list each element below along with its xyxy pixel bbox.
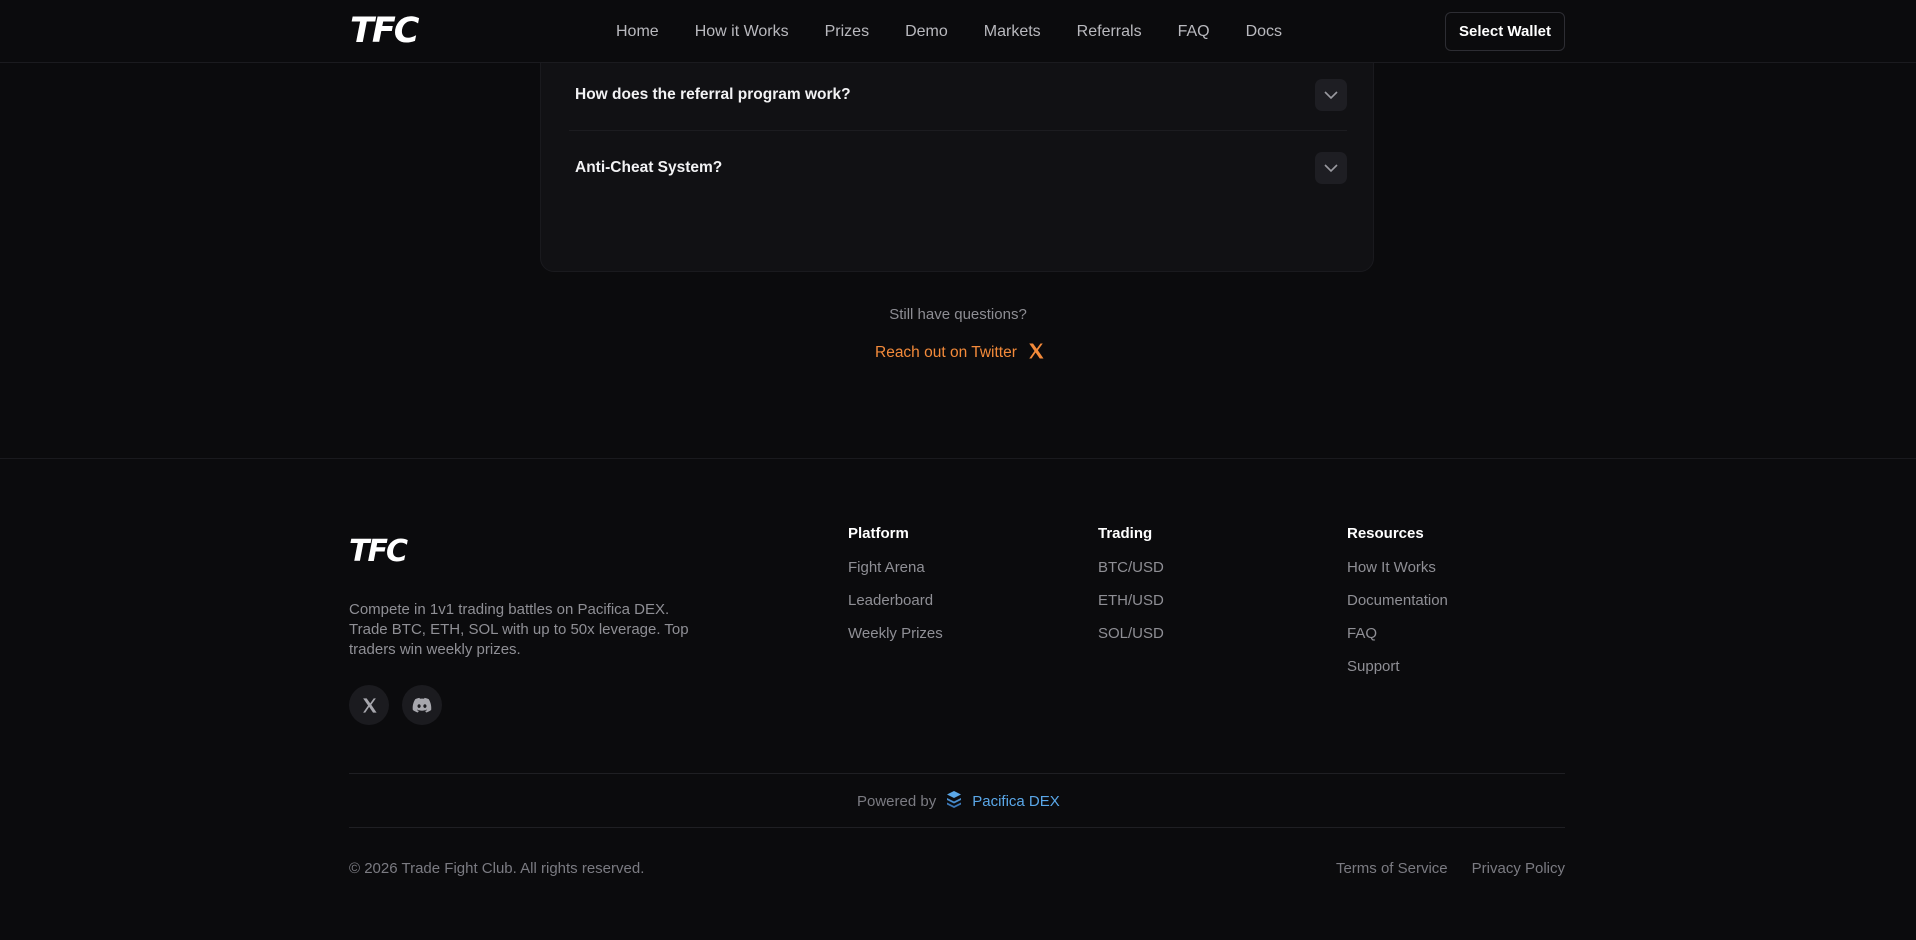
- footer-link-support[interactable]: Support: [1347, 658, 1448, 676]
- footer-divider: [349, 827, 1565, 828]
- footer-link-eth-usd[interactable]: ETH/USD: [1098, 592, 1164, 610]
- section-divider: [0, 458, 1916, 459]
- logo[interactable]: TFC: [350, 13, 419, 49]
- powered-by: Powered by Pacifica DEX: [857, 790, 1060, 812]
- twitter-link[interactable]: Reach out on Twitter: [875, 342, 1045, 364]
- support-prompt: Still have questions?: [889, 306, 1027, 323]
- nav-home[interactable]: Home: [598, 0, 677, 63]
- footer-column-title: Resources: [1347, 525, 1424, 542]
- twitter-link-label: Reach out on Twitter: [875, 344, 1017, 361]
- footer-link-weekly-prizes[interactable]: Weekly Prizes: [848, 625, 943, 643]
- faq-item[interactable]: How does the referral program work?: [569, 59, 1347, 131]
- pacifica-dex-link[interactable]: Pacifica DEX: [972, 793, 1060, 810]
- chevron-down-icon[interactable]: [1315, 79, 1347, 111]
- x-icon[interactable]: [349, 685, 389, 725]
- footer-link-leaderboard[interactable]: Leaderboard: [848, 592, 943, 610]
- footer-description: Compete in 1v1 trading battles on Pacifi…: [349, 601, 689, 658]
- nav-referrals[interactable]: Referrals: [1059, 0, 1160, 63]
- top-navbar: TFC Home How it Works Prizes Demo Market…: [0, 0, 1916, 63]
- footer-logo[interactable]: TFC: [349, 537, 408, 567]
- footer-column-resources: Resources How It Works Documentation FAQ…: [1347, 525, 1448, 691]
- nav-faq[interactable]: FAQ: [1160, 0, 1228, 63]
- faq-item[interactable]: Anti-Cheat System?: [569, 132, 1347, 204]
- nav-docs[interactable]: Docs: [1228, 0, 1300, 63]
- faq-question: Anti-Cheat System?: [575, 159, 723, 176]
- nav-prizes[interactable]: Prizes: [807, 0, 887, 63]
- pacifica-logo-icon: [945, 790, 963, 812]
- x-icon: [1027, 342, 1045, 365]
- footer-link-how-it-works[interactable]: How It Works: [1347, 559, 1448, 577]
- nav-markets[interactable]: Markets: [966, 0, 1059, 63]
- footer-link-btc-usd[interactable]: BTC/USD: [1098, 559, 1164, 577]
- main-nav: Home How it Works Prizes Demo Markets Re…: [598, 0, 1300, 63]
- footer-column-trading: Trading BTC/USD ETH/USD SOL/USD: [1098, 525, 1164, 658]
- footer-column-platform: Platform Fight Arena Leaderboard Weekly …: [848, 525, 943, 658]
- privacy-policy-link[interactable]: Privacy Policy: [1472, 860, 1565, 877]
- legal-links: Terms of Service Privacy Policy: [1336, 860, 1565, 877]
- footer-divider: [349, 773, 1565, 774]
- footer-column-title: Trading: [1098, 525, 1153, 542]
- footer-link-fight-arena[interactable]: Fight Arena: [848, 559, 943, 577]
- footer-link-faq[interactable]: FAQ: [1347, 625, 1448, 643]
- copyright: © 2026 Trade Fight Club. All rights rese…: [349, 860, 645, 877]
- footer-link-sol-usd[interactable]: SOL/USD: [1098, 625, 1164, 643]
- footer-link-documentation[interactable]: Documentation: [1347, 592, 1448, 610]
- nav-how-it-works[interactable]: How it Works: [677, 0, 807, 63]
- powered-by-label: Powered by: [857, 792, 937, 810]
- terms-of-service-link[interactable]: Terms of Service: [1336, 860, 1448, 877]
- select-wallet-button[interactable]: Select Wallet: [1445, 12, 1565, 51]
- social-links: [349, 685, 442, 725]
- faq-question: How does the referral program work?: [575, 86, 851, 103]
- footer-column-title: Platform: [848, 525, 909, 542]
- discord-icon[interactable]: [402, 685, 442, 725]
- nav-demo[interactable]: Demo: [887, 0, 966, 63]
- chevron-down-icon[interactable]: [1315, 152, 1347, 184]
